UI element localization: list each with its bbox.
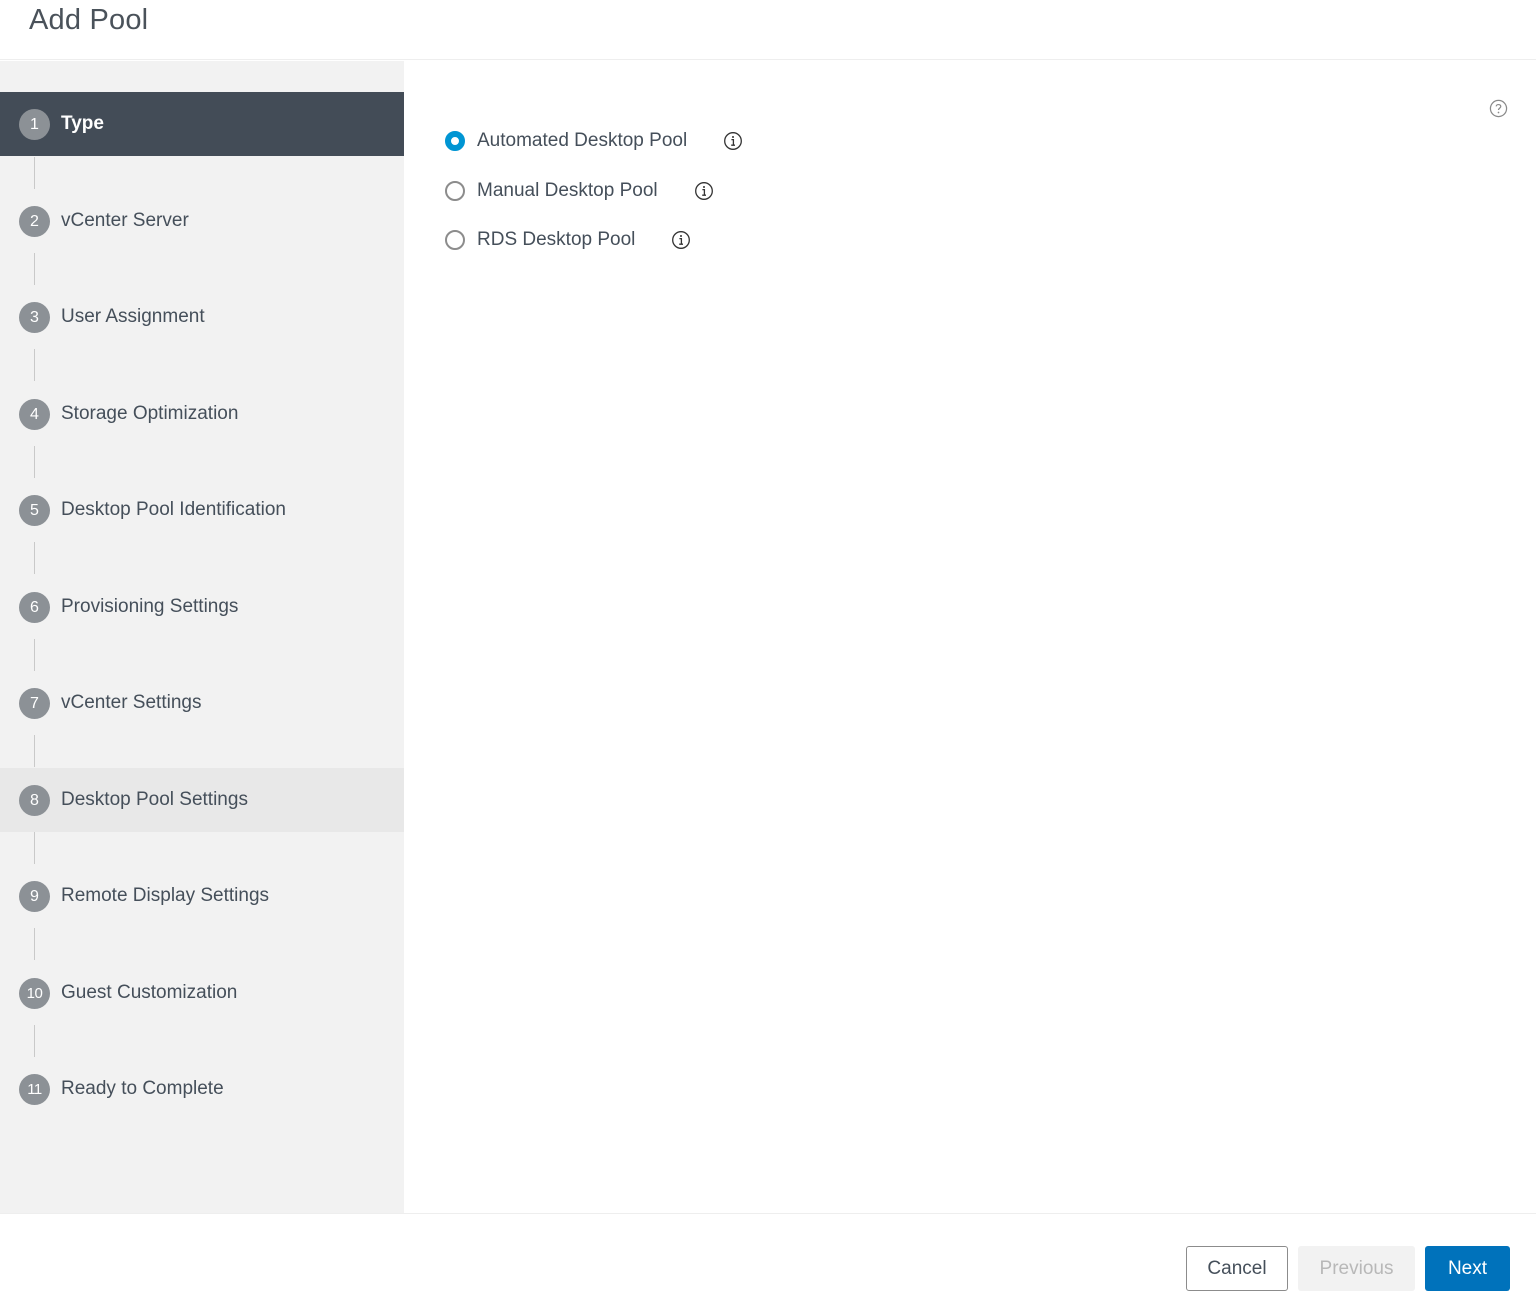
- automated-desktop-pool-radio[interactable]: [445, 131, 465, 151]
- step-connector: [34, 157, 35, 189]
- step-label: Guest Customization: [61, 982, 238, 1003]
- wizard-step-ready-to-complete[interactable]: 11 Ready to Complete: [0, 1057, 404, 1121]
- step-label: Ready to Complete: [61, 1078, 224, 1099]
- pool-type-option-rds: RDS Desktop Pool: [445, 225, 691, 255]
- wizard-step-provisioning-settings[interactable]: 6 Provisioning Settings: [0, 575, 404, 639]
- step-connector: [34, 928, 35, 960]
- rds-desktop-pool-radio[interactable]: [445, 230, 465, 250]
- help-circle-icon[interactable]: [1489, 99, 1508, 118]
- radio-label[interactable]: RDS Desktop Pool: [477, 229, 635, 251]
- step-connector: [34, 446, 35, 478]
- wizard-step-guest-customization[interactable]: 10 Guest Customization: [0, 961, 404, 1025]
- wizard-step-user-assignment[interactable]: 3 User Assignment: [0, 285, 404, 349]
- step-connector: [34, 542, 35, 574]
- next-button[interactable]: Next: [1425, 1246, 1510, 1291]
- step-number-badge: 3: [19, 302, 50, 333]
- step-connector: [34, 253, 35, 285]
- wizard-step-remote-display-settings[interactable]: 9 Remote Display Settings: [0, 864, 404, 928]
- wizard-step-vcenter-server[interactable]: 2 vCenter Server: [0, 189, 404, 253]
- wizard-steps-sidebar: 1 Type 2 vCenter Server 3 User Assignmen…: [0, 61, 404, 1214]
- step-number-badge: 1: [19, 109, 50, 140]
- wizard-step-desktop-pool-settings[interactable]: 8 Desktop Pool Settings: [0, 768, 404, 832]
- step-connector: [34, 639, 35, 671]
- step-number-badge: 4: [19, 399, 50, 430]
- manual-desktop-pool-radio[interactable]: [445, 181, 465, 201]
- step-number-badge: 9: [19, 881, 50, 912]
- step-label: Desktop Pool Settings: [61, 789, 248, 810]
- info-icon[interactable]: [671, 230, 691, 250]
- step-connector: [34, 1025, 35, 1057]
- footer-divider: [0, 1213, 1536, 1214]
- step-number-badge: 5: [19, 495, 50, 526]
- step-label: User Assignment: [61, 306, 205, 327]
- step-number-badge: 10: [19, 978, 50, 1009]
- step-label: Storage Optimization: [61, 403, 239, 424]
- cancel-button[interactable]: Cancel: [1186, 1246, 1288, 1291]
- step-number-badge: 11: [19, 1074, 50, 1105]
- step-number-badge: 8: [19, 785, 50, 816]
- wizard-step-storage-optimization[interactable]: 4 Storage Optimization: [0, 382, 404, 446]
- step-number-badge: 7: [19, 688, 50, 719]
- step-connector: [34, 735, 35, 767]
- step-label: vCenter Server: [61, 210, 189, 231]
- step-label: Remote Display Settings: [61, 885, 270, 906]
- info-icon[interactable]: [694, 181, 714, 201]
- radio-label[interactable]: Automated Desktop Pool: [477, 130, 687, 152]
- wizard-step-type[interactable]: 1 Type: [0, 92, 404, 156]
- pool-type-option-manual: Manual Desktop Pool: [445, 176, 714, 206]
- wizard-step-vcenter-settings[interactable]: 7 vCenter Settings: [0, 671, 404, 735]
- previous-button[interactable]: Previous: [1298, 1246, 1415, 1291]
- pool-type-option-automated: Automated Desktop Pool: [445, 126, 743, 156]
- dialog-header: Add Pool: [0, 0, 1536, 60]
- step-label: Provisioning Settings: [61, 596, 239, 617]
- dialog-title: Add Pool: [29, 4, 149, 36]
- radio-label[interactable]: Manual Desktop Pool: [477, 180, 658, 202]
- step-connector: [34, 832, 35, 864]
- step-number-badge: 2: [19, 206, 50, 237]
- step-label: Type: [61, 113, 104, 134]
- step-connector: [34, 349, 35, 381]
- wizard-step-desktop-pool-identification[interactable]: 5 Desktop Pool Identification: [0, 478, 404, 542]
- step-label: vCenter Settings: [61, 692, 202, 713]
- step-label: Desktop Pool Identification: [61, 499, 286, 520]
- step-number-badge: 6: [19, 592, 50, 623]
- info-icon[interactable]: [723, 131, 743, 151]
